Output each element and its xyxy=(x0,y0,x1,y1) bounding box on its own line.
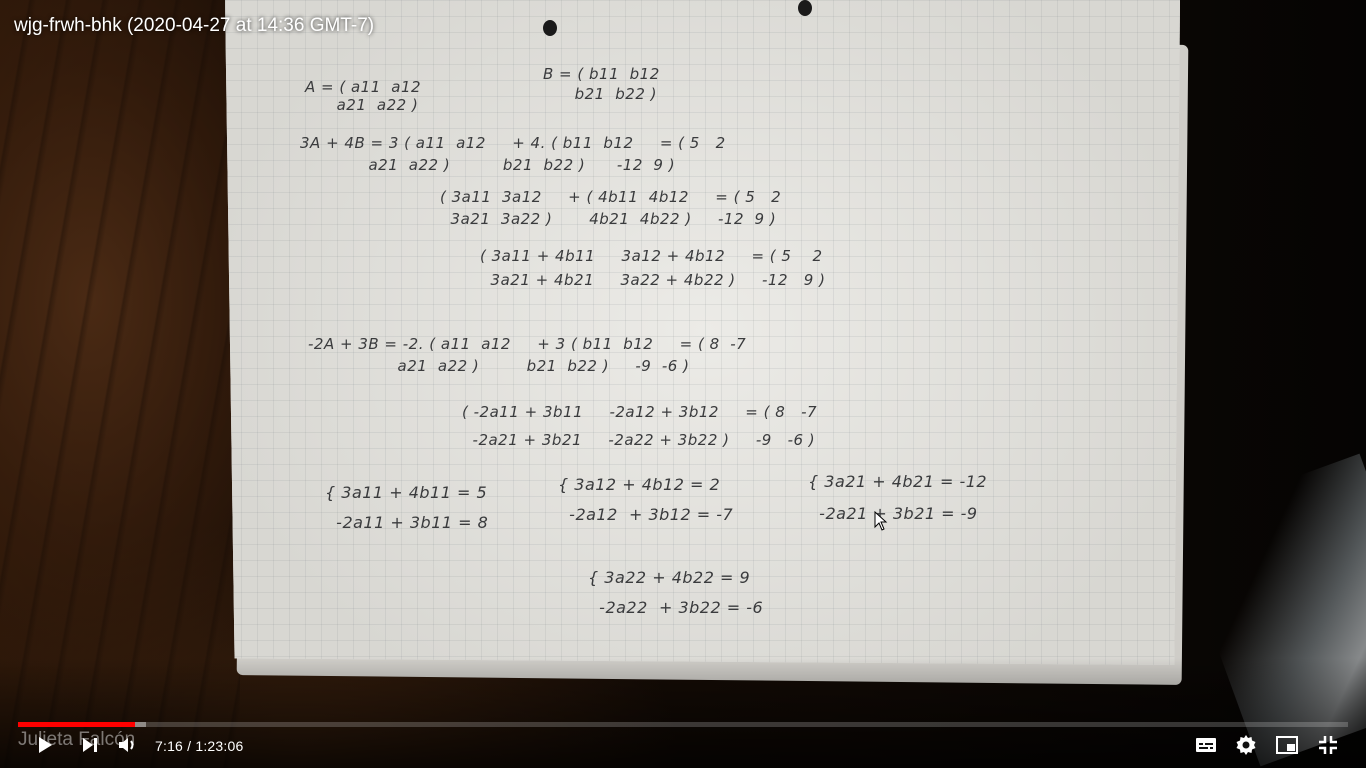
gear-icon xyxy=(1234,733,1258,762)
equation-3a-plus-4b: 3A + 4B = 3 ( a11 a12 + 4. ( b11 b12 = (… xyxy=(300,134,726,174)
matrix-b-definition: B = ( b11 b12 b21 b22 ) xyxy=(543,65,660,103)
desk-surface xyxy=(0,0,240,768)
exit-fullscreen-button[interactable] xyxy=(1314,733,1342,761)
duration: 1:23:06 xyxy=(195,738,244,754)
progress-bar[interactable] xyxy=(18,722,1348,727)
system-a12-b12: { 3a12 + 4b12 = 2 -2a12 + 3b12 = -7 xyxy=(558,475,734,524)
time-separator: / xyxy=(187,738,192,754)
next-icon xyxy=(78,733,102,762)
play-button[interactable] xyxy=(30,733,58,761)
video-frame[interactable]: A = ( a11 a12 a21 a22 ) B = ( b11 b12 b2… xyxy=(0,0,1366,768)
miniplayer-icon xyxy=(1275,733,1299,762)
subtitles-button[interactable] xyxy=(1192,733,1220,761)
equation-step-2: ( 3a11 3a12 + ( 4b11 4b12 = ( 5 2 3a21 3… xyxy=(440,188,782,228)
volume-icon xyxy=(116,733,140,762)
matrix-a-definition: A = ( a11 a12 a21 a22 ) xyxy=(305,78,422,114)
miniplayer-button[interactable] xyxy=(1273,733,1301,761)
equation-step-3: ( 3a11 + 4b11 3a12 + 4b12 = ( 5 2 3a21 +… xyxy=(480,247,826,289)
current-time: 7:16 xyxy=(155,738,184,754)
progress-played xyxy=(18,722,136,727)
system-a22-b22: { 3a22 + 4b22 = 9 -2a22 + 3b22 = -6 xyxy=(588,568,764,617)
next-button[interactable] xyxy=(76,733,104,761)
mouse-cursor-icon xyxy=(874,510,888,531)
punch-hole xyxy=(798,0,812,16)
settings-button[interactable] xyxy=(1232,733,1260,761)
punch-hole xyxy=(543,20,557,36)
system-a21-b21: { 3a21 + 4b21 = -12 -2a21 + 3b21 = -9 xyxy=(808,472,988,523)
video-title[interactable]: wjg-frwh-bhk (2020-04-27 at 14:36 GMT-7) xyxy=(14,15,374,37)
volume-button[interactable] xyxy=(114,733,142,761)
subtitles-icon xyxy=(1194,733,1218,762)
exit-fullscreen-icon xyxy=(1316,733,1340,762)
equation-minus-2a-plus-3b: -2A + 3B = -2. ( a11 a12 + 3 ( b11 b12 =… xyxy=(308,335,747,375)
equation-step-4: ( -2a11 + 3b11 -2a12 + 3b12 = ( 8 -7 -2a… xyxy=(462,403,818,449)
play-icon xyxy=(32,733,56,762)
time-display: 7:16 / 1:23:06 xyxy=(155,738,243,754)
system-a11-b11: { 3a11 + 4b11 = 5 -2a11 + 3b11 = 8 xyxy=(325,483,489,532)
